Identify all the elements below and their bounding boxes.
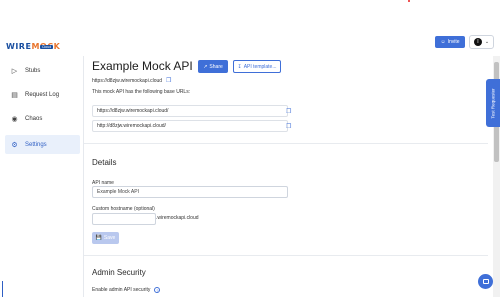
logo-text-main: WIRE bbox=[6, 42, 32, 51]
play-icon: ▷ bbox=[11, 67, 18, 75]
test-requester-tab[interactable]: Test Requester bbox=[486, 79, 500, 127]
details-section-title: Details bbox=[92, 158, 117, 167]
document-icon: ▤ bbox=[11, 91, 18, 99]
sidebar-item-chaos[interactable]: ◉ Chaos bbox=[5, 109, 80, 128]
wiremock-logo[interactable]: WIREMOCK Cloud bbox=[6, 36, 60, 54]
base-url-field[interactable]: http://d8zjw.wiremockapi.cloud/ ❐ bbox=[92, 120, 291, 132]
section-divider bbox=[84, 255, 488, 256]
copy-icon[interactable]: ❐ bbox=[286, 123, 291, 130]
api-name-value: Example Mock API bbox=[97, 189, 139, 195]
user-menu-button[interactable]: I ⌄ bbox=[469, 35, 494, 49]
sidebar-item-label: Settings bbox=[25, 141, 47, 148]
enable-admin-label: Enable admin API security bbox=[92, 287, 151, 293]
hostname-label: Custom hostname (optional) bbox=[92, 206, 155, 212]
save-icon: 💾 bbox=[95, 235, 102, 241]
sidebar: ▷ Stubs ▤ Request Log ◉ Chaos ⚙ Settings bbox=[0, 56, 84, 297]
gear-icon: ⚙ bbox=[11, 141, 18, 149]
api-template-label: API template... bbox=[243, 63, 277, 70]
sidebar-item-request-log[interactable]: ▤ Request Log bbox=[5, 85, 80, 104]
base-url-field[interactable]: https://d8zjw.wiremockapi.cloud/ ❐ bbox=[92, 105, 291, 117]
api-name-input[interactable]: Example Mock API bbox=[92, 186, 288, 198]
page-title: Example Mock API bbox=[92, 59, 193, 73]
base-url-text: https://d8zjw.wiremockapi.cloud/ bbox=[97, 108, 169, 114]
add-user-icon: ☺ bbox=[440, 39, 446, 45]
chat-button[interactable] bbox=[478, 274, 493, 289]
chat-icon bbox=[482, 279, 489, 284]
share-button[interactable]: ↗ Share bbox=[198, 60, 228, 73]
sidebar-item-settings[interactable]: ⚙ Settings bbox=[5, 135, 80, 154]
main-content: Example Mock API ↗ Share ↧ API template.… bbox=[84, 56, 488, 297]
base-urls-description: This mock API has the following base URL… bbox=[92, 89, 191, 95]
base-url-text: http://d8zjw.wiremockapi.cloud/ bbox=[97, 123, 166, 129]
invite-label: Invite bbox=[447, 39, 460, 45]
admin-security-title: Admin Security bbox=[92, 268, 146, 277]
chevron-down-icon: ⌄ bbox=[484, 39, 490, 45]
enable-admin-security-row: Enable admin API security ? bbox=[92, 287, 161, 293]
invite-button[interactable]: ☺ Invite bbox=[435, 36, 465, 48]
sidebar-item-label: Stubs bbox=[25, 67, 41, 74]
share-icon: ↗ bbox=[203, 63, 208, 70]
decorative-mark bbox=[408, 0, 410, 2]
copy-icon[interactable]: ❐ bbox=[166, 77, 171, 84]
sidebar-item-label: Chaos bbox=[25, 115, 43, 122]
download-icon: ↧ bbox=[237, 63, 242, 70]
test-requester-label: Test Requester bbox=[490, 87, 496, 119]
api-template-button[interactable]: ↧ API template... bbox=[233, 60, 281, 73]
help-icon[interactable]: ? bbox=[154, 287, 161, 293]
logo-sub-badge: Cloud bbox=[40, 45, 54, 49]
save-label: Save bbox=[103, 235, 116, 241]
copy-icon[interactable]: ❐ bbox=[286, 108, 291, 115]
sidebar-edge-line bbox=[2, 281, 3, 297]
section-divider bbox=[84, 143, 488, 144]
api-host-text: https://d8zjw.wiremockapi.cloud bbox=[92, 77, 163, 84]
sidebar-item-stubs[interactable]: ▷ Stubs bbox=[5, 61, 80, 80]
save-button[interactable]: 💾 Save bbox=[92, 232, 119, 244]
avatar-initial: I bbox=[477, 39, 479, 45]
api-host-line: https://d8zjw.wiremockapi.cloud ❐ bbox=[92, 77, 171, 85]
avatar: I bbox=[473, 38, 482, 46]
share-label: Share bbox=[209, 63, 223, 70]
custom-hostname-input[interactable] bbox=[92, 213, 156, 225]
top-bar: WIREMOCK Cloud ☺ Invite I ⌄ bbox=[0, 0, 500, 56]
hostname-suffix: .wiremockapi.cloud bbox=[156, 215, 199, 221]
chaos-icon: ◉ bbox=[11, 115, 18, 123]
sidebar-item-label: Request Log bbox=[25, 91, 60, 98]
